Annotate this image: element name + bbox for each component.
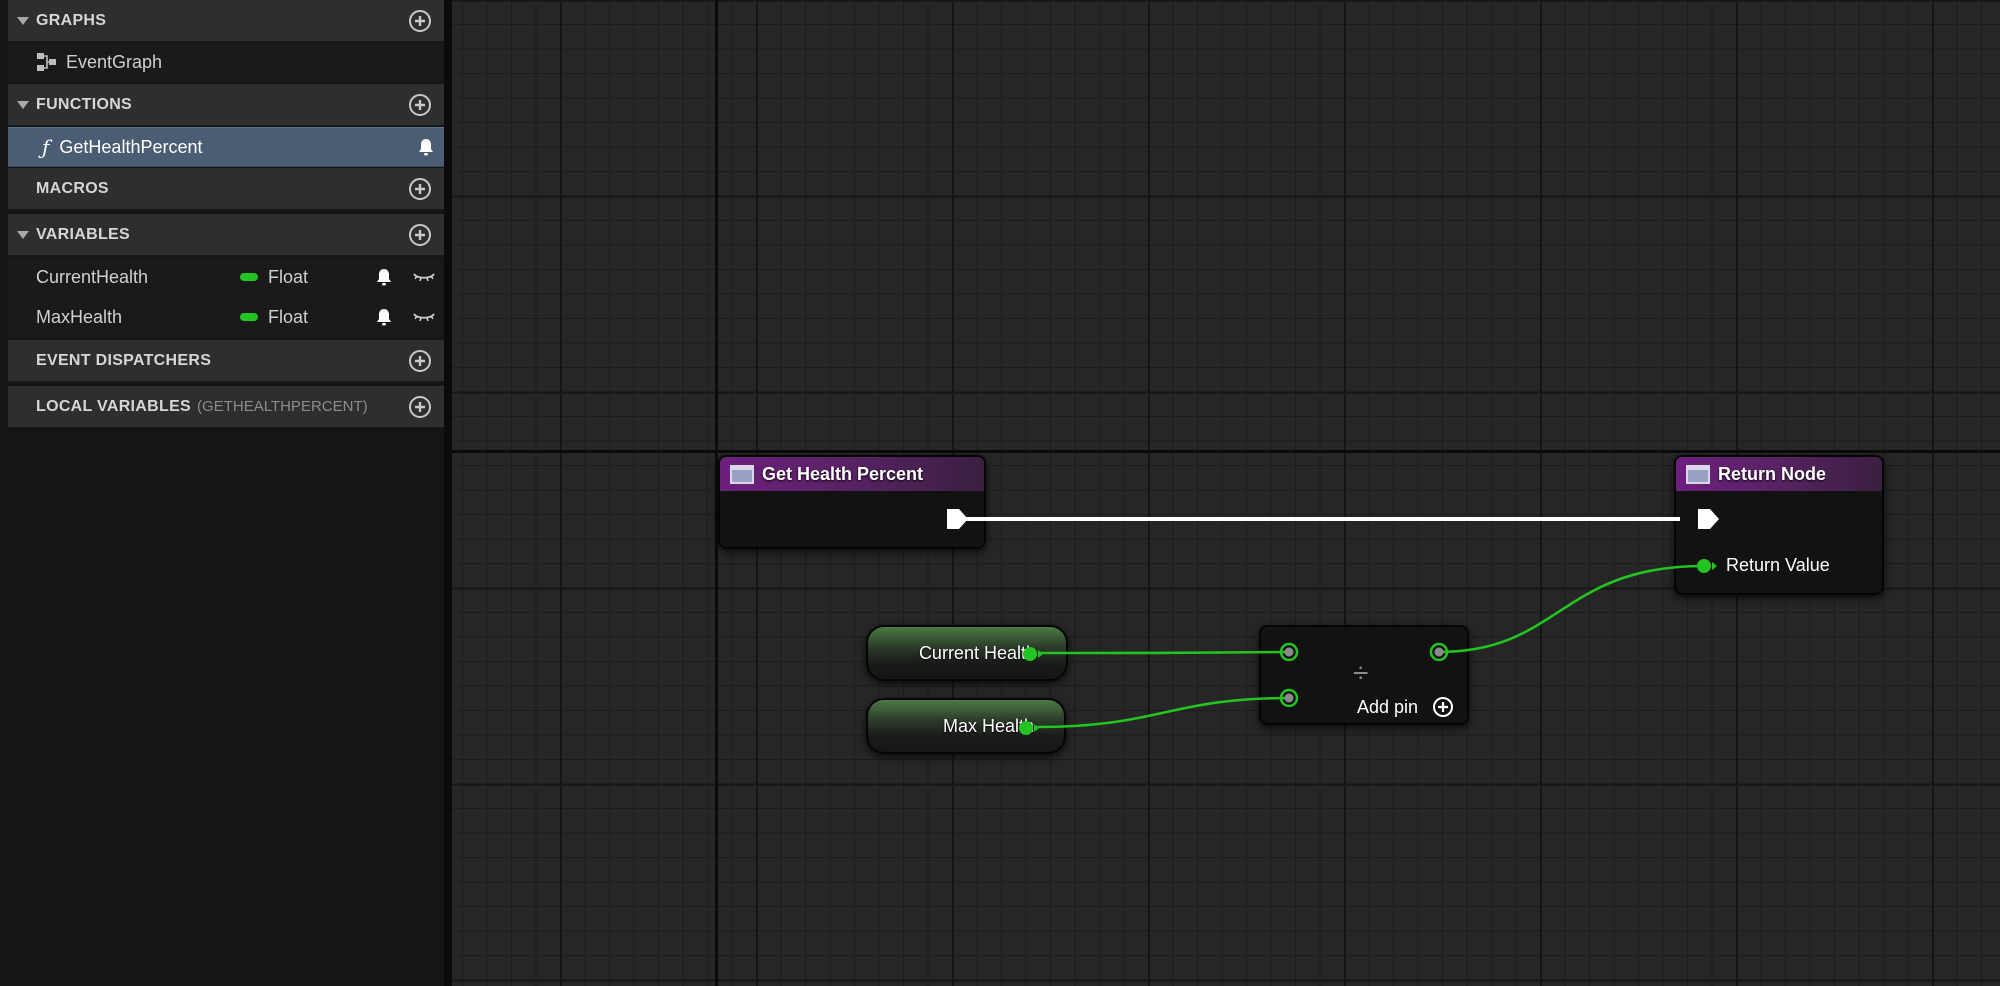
node-title: Return Node xyxy=(1718,463,1826,484)
return-node[interactable]: Return Node Return Value xyxy=(1674,455,1884,595)
section-event-dispatchers[interactable]: EVENT DISPATCHERS xyxy=(8,340,444,382)
section-functions-label: FUNCTIONS xyxy=(36,95,133,113)
panel-splitter[interactable] xyxy=(444,0,452,986)
float-type-pill-icon xyxy=(240,313,258,321)
section-functions[interactable]: FUNCTIONS xyxy=(8,84,444,126)
variable-name: MaxHealth xyxy=(36,306,123,327)
var-node-label: Current Health xyxy=(918,642,1036,663)
get-current-health-node[interactable]: Current Health xyxy=(866,625,1068,681)
function-entry-node[interactable]: Get Health Percent xyxy=(718,455,986,549)
section-graphs-label: GRAPHS xyxy=(36,11,107,29)
function-node-icon xyxy=(1686,464,1710,484)
add-macro-icon[interactable] xyxy=(408,177,432,201)
collapse-triangle-icon[interactable] xyxy=(17,230,29,239)
function-item-gethealthpercent[interactable]: ƒ GetHealthPercent xyxy=(8,127,444,167)
add-event-dispatcher-icon[interactable] xyxy=(408,349,432,373)
local-variables-scope: (GETHEALTHPERCENT) xyxy=(197,398,368,415)
function-node-icon xyxy=(730,464,754,484)
divide-node[interactable]: ÷ Add pin xyxy=(1259,625,1469,725)
add-pin-label[interactable]: Add pin xyxy=(1357,697,1418,718)
add-variable-icon[interactable] xyxy=(408,223,432,247)
my-blueprint-panel: GRAPHS EventGraph FUNCTIONS ƒ GetHealthP… xyxy=(0,0,444,986)
section-macros-label: MACROS xyxy=(36,179,109,197)
variable-type[interactable]: Float xyxy=(240,297,308,337)
variable-item-currenthealth[interactable]: CurrentHealth Float xyxy=(8,257,444,297)
variable-type-label: Float xyxy=(268,266,309,287)
collapse-triangle-icon[interactable] xyxy=(17,100,29,109)
variable-item-maxhealth[interactable]: MaxHealth Float xyxy=(8,297,444,337)
var-node-label: Max Health xyxy=(942,715,1034,736)
visibility-eye-closed-icon[interactable] xyxy=(412,270,436,284)
add-graph-icon[interactable] xyxy=(408,9,432,33)
visibility-eye-closed-icon[interactable] xyxy=(412,310,436,324)
event-graph-icon xyxy=(37,53,56,71)
variable-name: CurrentHealth xyxy=(36,266,149,287)
add-local-variable-icon[interactable] xyxy=(408,395,432,419)
section-local-variables-label: LOCAL VARIABLES xyxy=(36,397,192,415)
notification-bell-icon[interactable] xyxy=(416,137,436,157)
section-graphs[interactable]: GRAPHS xyxy=(8,0,444,42)
node-header: Return Node xyxy=(1676,457,1882,491)
section-local-variables[interactable]: LOCAL VARIABLES (GETHEALTHPERCENT) xyxy=(8,386,444,428)
graph-item-label: EventGraph xyxy=(66,51,163,72)
graph-origin-line-horizontal xyxy=(452,450,2000,453)
get-max-health-node[interactable]: Max Health xyxy=(866,698,1066,754)
function-icon: ƒ xyxy=(42,135,50,159)
section-variables-label: VARIABLES xyxy=(36,225,130,243)
variable-type-label: Float xyxy=(268,306,309,327)
section-macros[interactable]: MACROS xyxy=(8,168,444,210)
node-title: Get Health Percent xyxy=(762,463,924,484)
collapse-triangle-icon[interactable] xyxy=(17,16,29,25)
add-function-icon[interactable] xyxy=(408,93,432,117)
variable-type[interactable]: Float xyxy=(240,257,308,297)
graph-item-eventgraph[interactable]: EventGraph xyxy=(8,42,444,82)
notification-bell-icon[interactable] xyxy=(374,307,394,327)
section-variables[interactable]: VARIABLES xyxy=(8,214,444,256)
notification-bell-icon[interactable] xyxy=(374,267,394,287)
return-value-label: Return Value xyxy=(1726,555,1830,575)
divide-operator-icon: ÷ xyxy=(1353,657,1369,688)
float-type-pill-icon xyxy=(240,273,258,281)
node-header: Get Health Percent xyxy=(720,457,984,491)
section-event-dispatchers-label: EVENT DISPATCHERS xyxy=(36,351,212,369)
function-item-label: GetHealthPercent xyxy=(59,136,203,157)
